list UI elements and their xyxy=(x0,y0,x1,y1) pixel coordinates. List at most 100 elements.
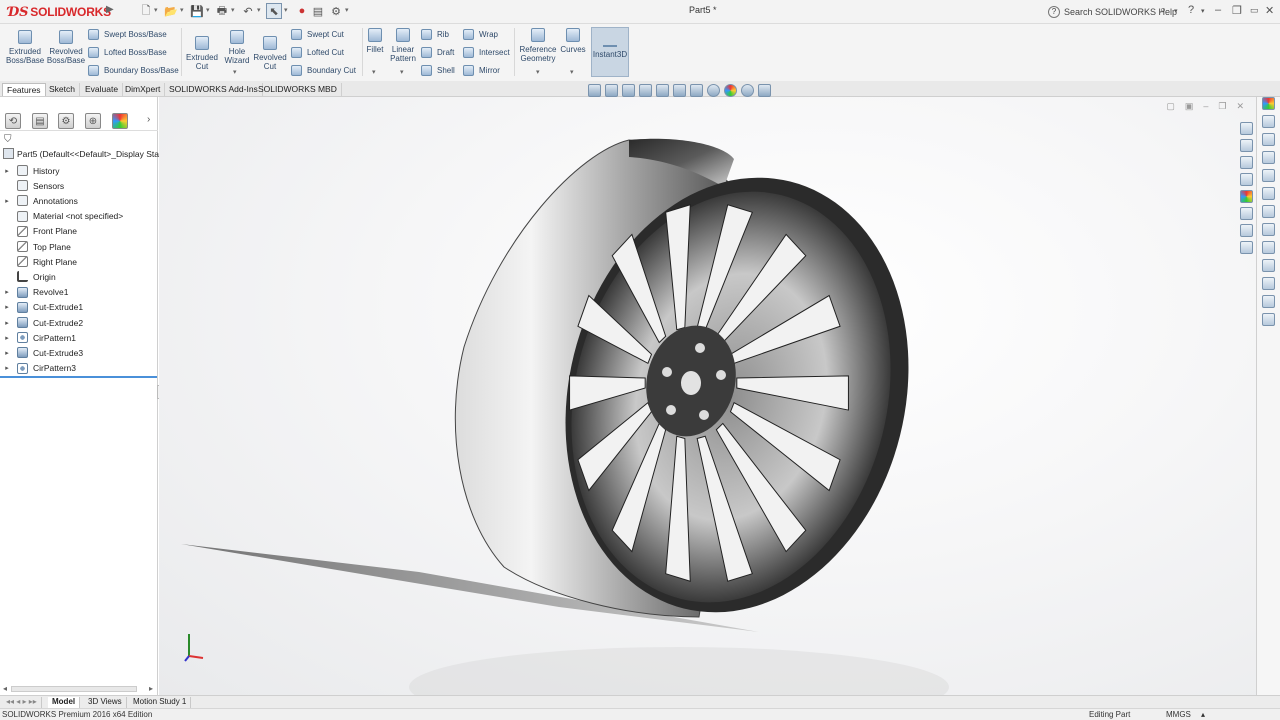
curves-dropdown-icon[interactable]: ▾ xyxy=(570,68,574,76)
task-pane-icon-8[interactable] xyxy=(1262,223,1275,236)
save-icon[interactable]: 💾 xyxy=(189,3,205,19)
feature-manager-tree-icon[interactable]: ⟲ xyxy=(5,113,21,129)
tree-node[interactable]: ▸ Annotations xyxy=(0,193,157,208)
zoom-to-fit-icon[interactable] xyxy=(588,84,601,97)
hole-wizard-dropdown-icon[interactable]: ▾ xyxy=(233,68,237,76)
expand-arrow-icon[interactable]: ▸ xyxy=(2,319,12,327)
search-icon[interactable]: ⌕ xyxy=(1160,4,1166,17)
hole-wizard-button[interactable]: Hole Wizard xyxy=(220,30,254,65)
viewport-restore-icon[interactable]: ▣ xyxy=(1185,101,1194,112)
tab-solidworks-mbd[interactable]: SOLIDWORKS MBD xyxy=(254,83,342,96)
tree-node[interactable]: Right Plane xyxy=(0,254,157,269)
section-view-icon[interactable] xyxy=(639,84,652,97)
tab-dimxpert[interactable]: DimXpert xyxy=(121,83,166,96)
rebuild-icon[interactable]: ● xyxy=(294,3,310,19)
task-pane-icon-4[interactable] xyxy=(1262,151,1275,164)
design-library-icon[interactable] xyxy=(1240,139,1253,152)
mirror-button[interactable]: Mirror xyxy=(463,65,500,76)
select-dropdown-icon[interactable]: ▾ xyxy=(284,6,288,14)
task-pane-icon-5[interactable] xyxy=(1262,169,1275,182)
tree-node[interactable]: Material <not specified> xyxy=(0,209,157,224)
viewport-close-icon[interactable]: ✕ xyxy=(1236,101,1244,112)
task-pane-icon-6[interactable] xyxy=(1262,187,1275,200)
fillet-button[interactable]: Fillet xyxy=(364,28,386,54)
zoom-to-area-icon[interactable] xyxy=(605,84,618,97)
search-dropdown-icon[interactable]: ▾ xyxy=(1174,7,1178,15)
task-pane-icon-7[interactable] xyxy=(1262,205,1275,218)
intersect-button[interactable]: Intersect xyxy=(463,47,510,58)
open-dropdown-icon[interactable]: ▾ xyxy=(180,6,184,14)
scroll-right-icon[interactable]: ▸ xyxy=(149,684,153,693)
tree-node[interactable]: ▸ CirPattern1 xyxy=(0,330,157,345)
options-gear-icon[interactable]: ⚙ xyxy=(328,3,344,19)
unit-system[interactable]: MMGS xyxy=(1166,710,1191,719)
linear-pattern-button[interactable]: Linear Pattern xyxy=(388,28,418,63)
fillet-dropdown-icon[interactable]: ▾ xyxy=(372,68,376,76)
boundary-boss-button[interactable]: Boundary Boss/Base xyxy=(88,65,179,76)
configuration-manager-icon[interactable]: ⚙ xyxy=(58,113,74,129)
save-dropdown-icon[interactable]: ▾ xyxy=(206,6,210,14)
resources-icon[interactable] xyxy=(1240,241,1253,254)
print-dropdown-icon[interactable]: ▾ xyxy=(231,6,235,14)
apply-scene-icon[interactable] xyxy=(741,84,754,97)
file-explorer-icon[interactable] xyxy=(1240,156,1253,169)
task-pane-icon-10[interactable] xyxy=(1262,259,1275,272)
tree-node[interactable]: Origin xyxy=(0,269,157,284)
expand-arrow-icon[interactable]: ▸ xyxy=(2,288,12,296)
revolved-cut-button[interactable]: Revolved Cut xyxy=(253,36,287,71)
tree-root-part[interactable]: Part5 (Default<<Default>_Display State xyxy=(3,148,166,159)
expand-arrow-icon[interactable]: ▸ xyxy=(2,197,12,205)
restore-window-icon[interactable]: ▭ xyxy=(1250,5,1259,16)
view-orientation-icon[interactable] xyxy=(673,84,686,97)
task-pane-icon-3[interactable] xyxy=(1262,133,1275,146)
unit-dropdown-icon[interactable]: ▴ xyxy=(1201,710,1205,719)
boundary-cut-button[interactable]: Boundary Cut xyxy=(291,65,356,76)
chevron-right-icon[interactable]: › xyxy=(147,114,150,125)
viewport-minimize-icon[interactable]: – xyxy=(1203,101,1208,112)
tree-node[interactable]: Sensors xyxy=(0,178,157,193)
solidworks-logo[interactable]: ƊS SOLIDWORKS xyxy=(8,3,111,21)
expand-arrow-icon[interactable]: ▸ xyxy=(2,334,12,342)
task-pane-icon-12[interactable] xyxy=(1262,295,1275,308)
new-dropdown-icon[interactable]: ▾ xyxy=(154,6,158,14)
scroll-left-icon[interactable]: ◂ xyxy=(3,684,7,693)
tree-node[interactable]: ▸ Cut-Extrude3 xyxy=(0,345,157,360)
tree-node[interactable]: ▸ History xyxy=(0,163,157,178)
close-icon[interactable]: ✕ xyxy=(1265,4,1274,17)
wrap-button[interactable]: Wrap xyxy=(463,29,498,40)
edit-appearance-icon[interactable] xyxy=(724,84,737,97)
reference-geometry-dropdown-icon[interactable]: ▾ xyxy=(536,68,540,76)
task-pane-icon-2[interactable] xyxy=(1262,115,1275,128)
task-pane-icon-11[interactable] xyxy=(1262,277,1275,290)
tab-features[interactable]: Features xyxy=(2,83,46,96)
help-dropdown-icon[interactable]: ▾ xyxy=(1201,7,1205,15)
custom-properties-icon[interactable] xyxy=(1240,207,1253,220)
tab-motion-study[interactable]: Motion Study 1 xyxy=(129,697,192,708)
expand-arrow-icon[interactable]: ▸ xyxy=(2,303,12,311)
horizontal-scrollbar[interactable]: ◂ ▸ xyxy=(3,684,155,693)
viewport-maximize-icon[interactable]: ❐ xyxy=(1218,101,1226,112)
tree-node[interactable]: ▸ Cut-Extrude1 xyxy=(0,300,157,315)
tab-nav-arrows[interactable]: ◂◂ ◂ ▸ ▸▸ xyxy=(2,697,42,708)
dynamic-annotation-icon[interactable] xyxy=(656,84,669,97)
reference-geometry-button[interactable]: Reference Geometry xyxy=(518,28,558,63)
minimize-icon[interactable]: – xyxy=(1215,4,1221,16)
lofted-boss-button[interactable]: Lofted Boss/Base xyxy=(88,47,167,58)
curves-button[interactable]: Curves xyxy=(560,28,586,54)
tab-model[interactable]: Model xyxy=(48,697,81,708)
task-pane-icon-9[interactable] xyxy=(1262,241,1275,254)
tab-3d-views[interactable]: 3D Views xyxy=(84,697,127,708)
display-style-icon[interactable] xyxy=(690,84,703,97)
instant3d-button[interactable]: Instant3D xyxy=(591,27,629,77)
rib-button[interactable]: Rib xyxy=(421,29,449,40)
swept-cut-button[interactable]: Swept Cut xyxy=(291,29,344,40)
draft-button[interactable]: Draft xyxy=(421,47,454,58)
file-properties-icon[interactable]: ▤ xyxy=(310,3,326,19)
select-icon[interactable]: ⬉ xyxy=(266,3,282,19)
previous-view-icon[interactable] xyxy=(622,84,635,97)
dimxpert-manager-icon[interactable]: ⊕ xyxy=(85,113,101,129)
linear-pattern-dropdown-icon[interactable]: ▾ xyxy=(400,68,404,76)
scrollbar-track[interactable] xyxy=(11,686,137,692)
rollback-bar[interactable] xyxy=(0,376,157,378)
tab-sketch[interactable]: Sketch xyxy=(45,83,80,96)
